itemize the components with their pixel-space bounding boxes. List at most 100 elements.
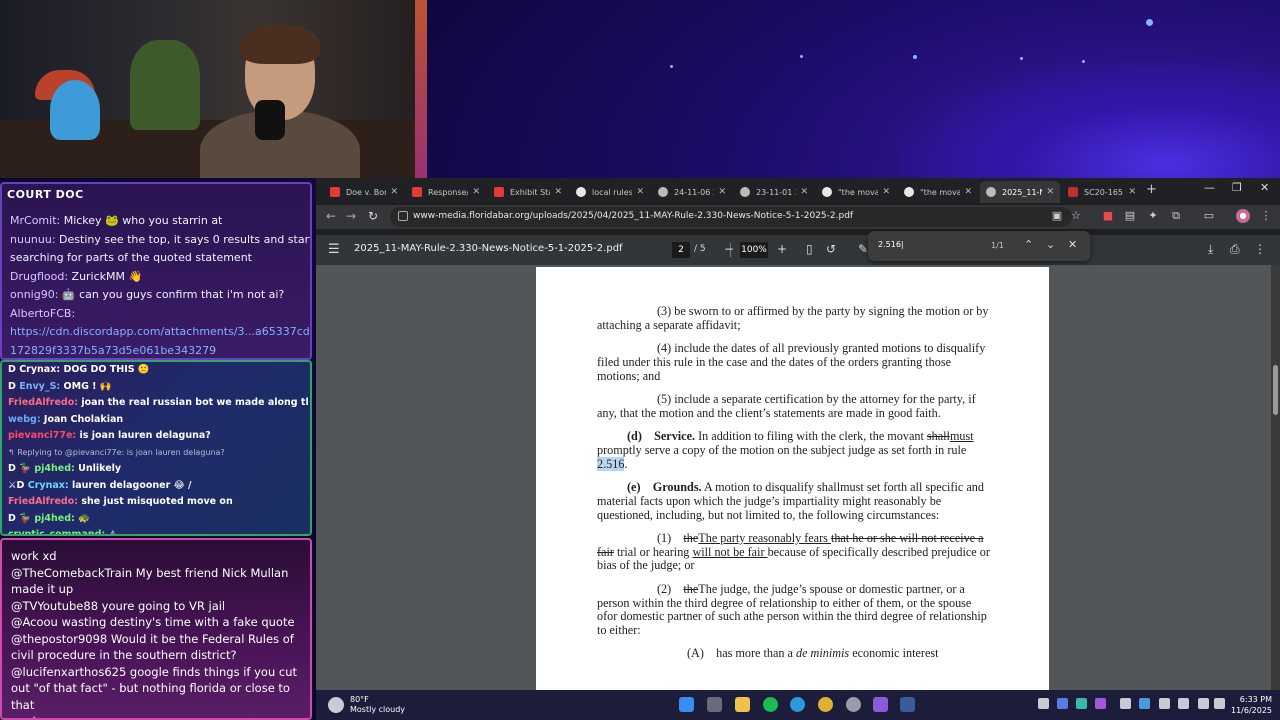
- chat-link[interactable]: https://cdn.discordapp.com/attachments/3…: [10, 325, 310, 338]
- wifi-icon[interactable]: [1198, 698, 1209, 709]
- annotate-icon[interactable]: ✎: [858, 242, 868, 256]
- file-explorer-icon[interactable]: [735, 697, 750, 712]
- more-options-icon[interactable]: ⋮: [1254, 242, 1266, 256]
- chat-link[interactable]: 172829f3337b5a73d5e061be343279: [10, 344, 216, 357]
- chat-username[interactable]: pj4hed:: [34, 463, 74, 474]
- print-icon[interactable]: ⎙: [1230, 242, 1240, 257]
- tray-icon[interactable]: [1076, 698, 1087, 709]
- extension-icon[interactable]: ✦: [1146, 209, 1160, 223]
- chrome-icon[interactable]: [818, 697, 833, 712]
- close-tab-icon[interactable]: ✕: [800, 187, 808, 197]
- browser-tab[interactable]: "the movan✕: [898, 181, 978, 203]
- close-tab-icon[interactable]: ✕: [882, 187, 890, 197]
- chat-username[interactable]: pj4hed:: [34, 513, 74, 524]
- find-input[interactable]: 2.516|: [878, 240, 904, 249]
- app-icon[interactable]: [873, 697, 888, 712]
- zoom-out-button[interactable]: −: [724, 242, 734, 256]
- extension-pdf-icon[interactable]: ■: [1101, 209, 1115, 223]
- chat-message: pievanci77e: is joan lauren delaguna?: [8, 430, 211, 441]
- tray-icon[interactable]: [1095, 698, 1106, 709]
- volume-icon[interactable]: [1214, 698, 1225, 709]
- zoom-input[interactable]: 100%: [740, 242, 768, 258]
- close-tab-icon[interactable]: ✕: [390, 187, 398, 197]
- page-icon[interactable]: ▣: [1050, 209, 1064, 223]
- close-tab-icon[interactable]: ✕: [964, 187, 972, 197]
- reload-button[interactable]: ↻: [368, 209, 378, 223]
- task-view-icon[interactable]: [707, 697, 722, 712]
- bookmark-star-icon[interactable]: ☆: [1069, 209, 1083, 223]
- download-icon[interactable]: ⤓: [1208, 242, 1213, 257]
- find-close-button[interactable]: ✕: [1068, 238, 1077, 251]
- browser-tab[interactable]: 23-11-01 2 ✕: [734, 181, 814, 203]
- scrollbar-thumb[interactable]: [1273, 365, 1278, 415]
- tray-icon[interactable]: [1038, 698, 1049, 709]
- tray-icon[interactable]: [1139, 698, 1150, 709]
- maximize-button[interactable]: ❐: [1232, 181, 1242, 194]
- find-previous-button[interactable]: ⌃: [1024, 238, 1033, 251]
- close-tab-icon[interactable]: ✕: [1046, 187, 1054, 197]
- rotate-icon[interactable]: ↺: [826, 242, 836, 256]
- profile-avatar[interactable]: ●: [1236, 209, 1250, 223]
- fit-page-icon[interactable]: ▯: [806, 242, 813, 256]
- steam-icon[interactable]: [900, 697, 915, 712]
- tray-icon[interactable]: [1159, 698, 1170, 709]
- weather-widget[interactable]: 80°F Mostly cloudy: [328, 695, 405, 715]
- minimize-button[interactable]: —: [1204, 181, 1215, 194]
- pdf-filename: 2025_11-MAY-Rule-2.330-News-Notice-5-1-2…: [354, 243, 623, 254]
- browser-menu-icon[interactable]: ⋮: [1259, 209, 1273, 223]
- chat-username[interactable]: FriedAlfredo:: [8, 496, 78, 507]
- forward-button[interactable]: →: [346, 209, 356, 223]
- spotify-icon[interactable]: [763, 697, 778, 712]
- obs-icon[interactable]: [846, 697, 861, 712]
- chat-username[interactable]: webg:: [8, 414, 41, 425]
- pdf-viewer[interactable]: (3) be sworn to or affirmed by the party…: [316, 265, 1280, 690]
- browser-tab[interactable]: Response/✕: [406, 181, 486, 203]
- close-tab-icon[interactable]: ✕: [636, 187, 644, 197]
- new-tab-button[interactable]: +: [1146, 182, 1157, 197]
- browser-tab[interactable]: Doe v. Bor ✕: [324, 181, 404, 203]
- browser-tab[interactable]: Exhibit Stat ✕: [488, 181, 568, 203]
- browser-tab[interactable]: 24-11-06 2 ✕: [652, 181, 732, 203]
- tray-icon[interactable]: [1057, 698, 1068, 709]
- extensions-puzzle-icon[interactable]: ⧉: [1169, 209, 1183, 223]
- page-number-input[interactable]: 2: [672, 242, 690, 258]
- chat-username[interactable]: pievanci77e:: [8, 430, 76, 441]
- sidebar-icon[interactable]: ▭: [1202, 209, 1216, 223]
- browser-tab[interactable]: local rules ✕: [570, 181, 650, 203]
- zoom-in-button[interactable]: +: [777, 242, 787, 256]
- tray-icon[interactable]: [1120, 698, 1131, 709]
- browser-tab[interactable]: 2025_11-M ✕: [980, 181, 1060, 203]
- close-tab-icon[interactable]: ✕: [554, 187, 562, 197]
- system-clock[interactable]: 6:33 PM 11/6/2025: [1231, 694, 1272, 716]
- chat-username[interactable]: Drugflood:: [10, 270, 68, 283]
- chat-username[interactable]: Crynax:: [28, 480, 69, 491]
- section-text: In addition to filing with the clerk, th…: [695, 429, 927, 444]
- chat-message: out "of that fact" - but nothing florida…: [11, 681, 290, 712]
- back-button[interactable]: ←: [326, 209, 336, 223]
- weather-condition: Mostly cloudy: [350, 705, 405, 714]
- edge-icon[interactable]: [790, 697, 805, 712]
- chat-username[interactable]: cryptic_command:: [8, 529, 105, 534]
- browser-tab[interactable]: SC20-165 ✕: [1062, 181, 1142, 203]
- close-tab-icon[interactable]: ✕: [472, 187, 480, 197]
- chat-username[interactable]: nuunuu:: [10, 233, 56, 246]
- close-tab-icon[interactable]: ✕: [718, 187, 726, 197]
- close-tab-icon[interactable]: ✕: [1128, 187, 1136, 197]
- close-window-button[interactable]: ✕: [1260, 181, 1269, 194]
- pdf-menu-icon[interactable]: ☰: [328, 242, 340, 257]
- chat-username[interactable]: FriedAlfredo:: [8, 397, 78, 408]
- chat-message: searching for parts of the quoted statem…: [10, 249, 310, 268]
- pdf-scrollbar[interactable]: [1271, 265, 1280, 690]
- chat-username[interactable]: onnig90:: [10, 288, 58, 301]
- chat-username[interactable]: AlbertoFCB:: [10, 307, 75, 320]
- find-next-button[interactable]: ⌄: [1046, 238, 1055, 251]
- address-bar[interactable]: www-media.floridabar.org/uploads/2025/04…: [390, 207, 1072, 227]
- chat-username[interactable]: Envy_S:: [19, 381, 60, 392]
- site-info-icon[interactable]: [398, 211, 408, 221]
- windows-start-icon[interactable]: [679, 697, 694, 712]
- section-text: promptly serve a copy of the motion on t…: [597, 442, 967, 457]
- extension-icon[interactable]: ▤: [1123, 209, 1137, 223]
- browser-tab[interactable]: "the movan✕: [816, 181, 896, 203]
- tray-icon[interactable]: [1178, 698, 1189, 709]
- chat-username[interactable]: MrComit:: [10, 214, 60, 227]
